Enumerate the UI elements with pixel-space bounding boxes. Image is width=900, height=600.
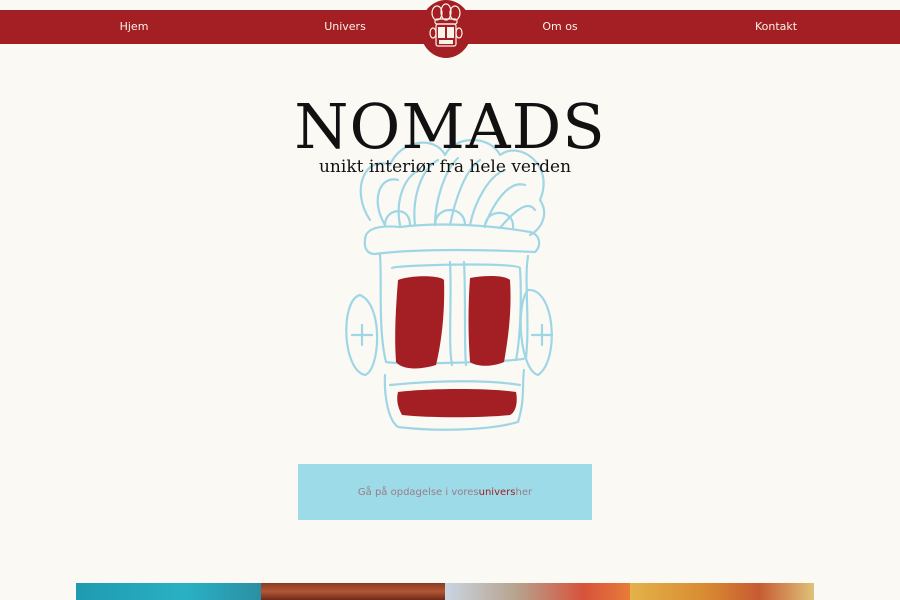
cta-text-before: Gå på opdagelse i vores (357, 486, 479, 498)
cta-text-accent: univers (478, 486, 516, 498)
nav-item-univers[interactable]: Univers (324, 10, 366, 44)
image-gallery-strip (76, 583, 814, 600)
gallery-image[interactable] (445, 583, 630, 600)
gallery-image[interactable] (260, 583, 445, 600)
explore-univers-button[interactable]: Gå på opdagelse i vores univers her (298, 464, 592, 520)
nav-item-om-os[interactable]: Om os (542, 10, 577, 44)
nav-item-kontakt[interactable]: Kontakt (755, 10, 797, 44)
hero-subtitle: unikt interiør fra hele verden (318, 157, 572, 177)
gallery-image[interactable] (629, 583, 814, 600)
cta-text-after: her (515, 486, 533, 498)
mask-logo-icon[interactable] (420, 0, 472, 58)
nav-item-hjem[interactable]: Hjem (120, 10, 149, 44)
hero-title: NOMADS (294, 90, 606, 163)
gallery-image[interactable] (76, 583, 261, 600)
